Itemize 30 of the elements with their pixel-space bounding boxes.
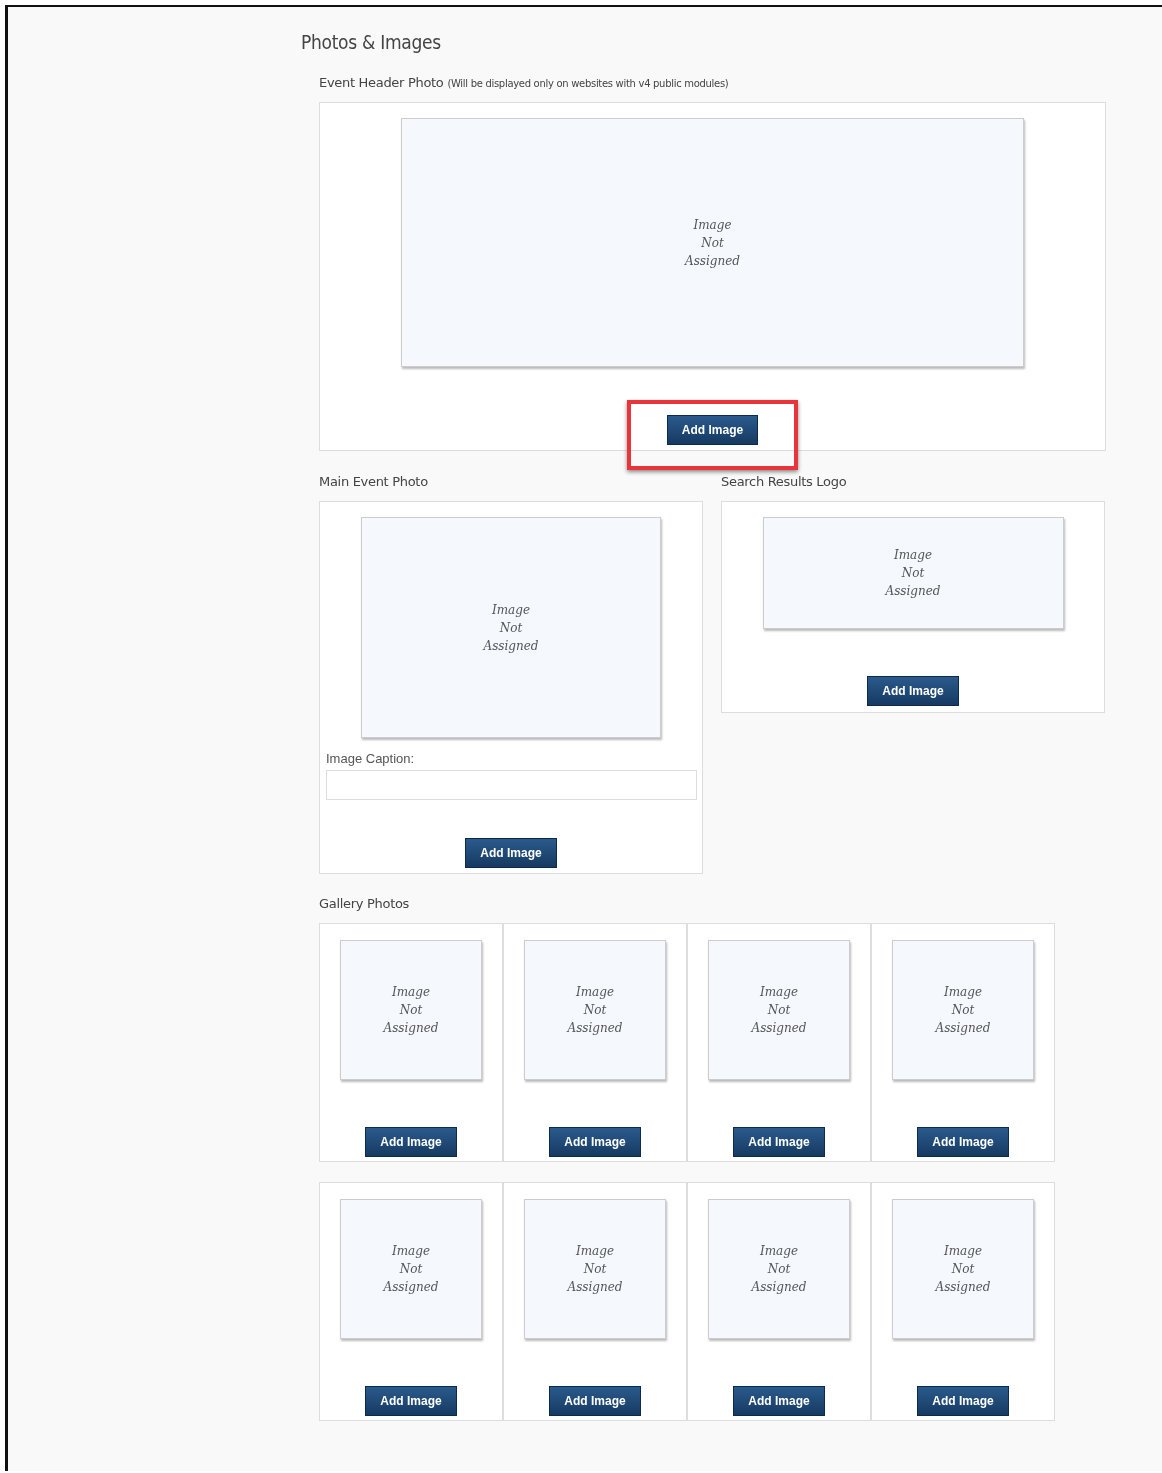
caption-input-field[interactable] bbox=[325, 770, 697, 800]
add-image-button[interactable]: Add Image bbox=[549, 1127, 641, 1157]
field-label: Main Event Photo bbox=[319, 474, 429, 489]
field-label: Event Header Photo (Will be displayed only on websites with v4 public modules) bbox=[319, 75, 730, 90]
placeholder-text: Image Not Assigned bbox=[685, 216, 740, 270]
add-image-button[interactable]: Add Image bbox=[733, 1127, 825, 1157]
placeholder-text: Image Not Assigned bbox=[483, 601, 539, 655]
add-image-button[interactable]: Add Image bbox=[917, 1386, 1009, 1416]
placeholder-text: Image Not Assigned bbox=[383, 984, 439, 1037]
placeholder-text: Image Not Assigned bbox=[567, 1243, 623, 1296]
placeholder-text: Image Not Assigned bbox=[935, 984, 991, 1037]
add-image-button[interactable]: Add Image bbox=[365, 1127, 457, 1157]
placeholder-text: Image Not Assigned bbox=[885, 547, 941, 600]
placeholder-text: Image Not Assigned bbox=[751, 1243, 807, 1296]
add-image-button[interactable]: Add Image bbox=[549, 1386, 641, 1416]
placeholder-text: Image Not Assigned bbox=[935, 1243, 991, 1296]
placeholder-text: Image Not Assigned bbox=[383, 1243, 439, 1296]
field-label: Search Results Logo bbox=[721, 474, 848, 489]
add-image-button[interactable]: Add Image bbox=[666, 415, 759, 445]
section-title: Photos & Images bbox=[301, 31, 442, 53]
field-note: (Will be displayed only on websites with v4 public modules) bbox=[447, 78, 729, 89]
add-image-button[interactable]: Add Image bbox=[465, 838, 557, 868]
add-image-button[interactable]: Add Image bbox=[365, 1386, 457, 1416]
field-label: Gallery Photos bbox=[319, 896, 411, 911]
caption-label: Image Caption: bbox=[326, 751, 415, 766]
placeholder-text: Image Not Assigned bbox=[567, 984, 623, 1037]
add-image-button[interactable]: Add Image bbox=[917, 1127, 1009, 1157]
add-image-button[interactable]: Add Image bbox=[867, 676, 959, 706]
add-image-button[interactable]: Add Image bbox=[733, 1386, 825, 1416]
placeholder-text: Image Not Assigned bbox=[751, 984, 807, 1037]
